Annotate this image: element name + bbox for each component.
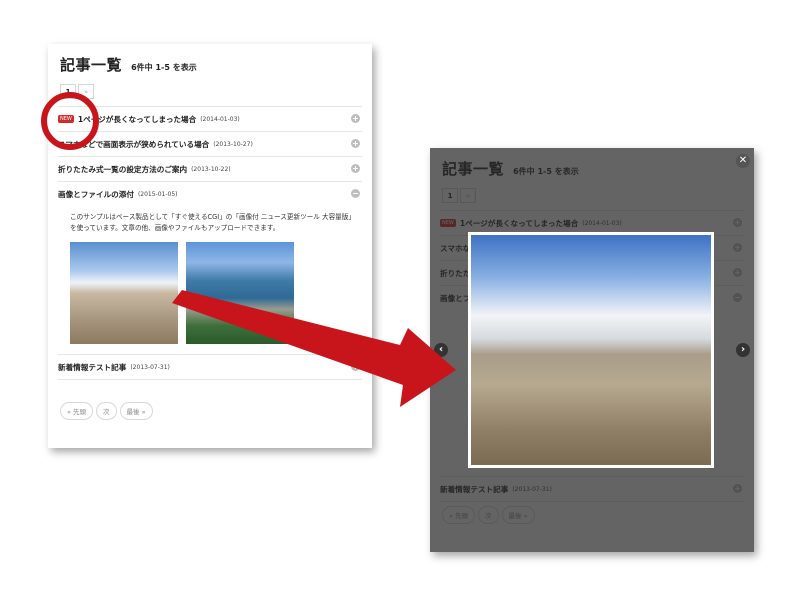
arrow-indicator xyxy=(172,290,456,407)
arrow-shape xyxy=(172,290,456,407)
